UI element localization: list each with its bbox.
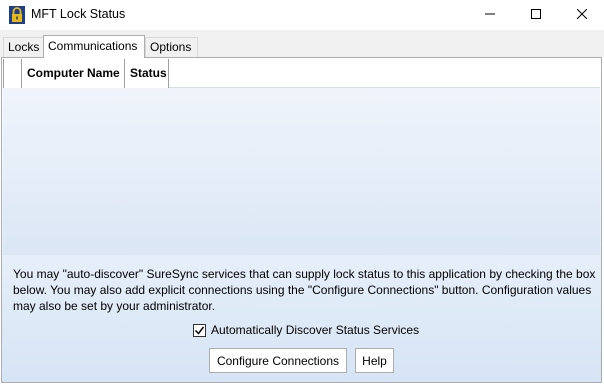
auto-discover-row[interactable]: Automatically Discover Status Services: [193, 322, 419, 338]
auto-discover-label[interactable]: Automatically Discover Status Services: [211, 323, 419, 337]
configure-connections-button[interactable]: Configure Connections: [209, 348, 347, 373]
minimize-icon: [485, 8, 495, 22]
auto-discover-checkbox[interactable]: [193, 323, 206, 337]
padlock-icon: [9, 6, 25, 24]
checkmark-icon: [194, 326, 205, 335]
help-button[interactable]: Help: [355, 348, 394, 373]
description-text: You may "auto-discover" SureSync service…: [13, 267, 596, 313]
tab-locks[interactable]: Locks: [3, 37, 44, 57]
connections-grid[interactable]: Computer Name Status: [3, 59, 600, 255]
minimize-button[interactable]: [467, 0, 513, 30]
title-bar: MFT Lock Status: [0, 0, 604, 30]
grid-header: Computer Name Status: [3, 59, 600, 88]
close-button[interactable]: [559, 0, 604, 30]
close-icon: [576, 8, 588, 22]
window-title: MFT Lock Status: [31, 7, 126, 21]
maximize-icon: [531, 8, 541, 22]
row-header-cell[interactable]: [3, 59, 22, 88]
tab-options[interactable]: Options: [145, 37, 198, 57]
maximize-button[interactable]: [513, 0, 559, 30]
tab-communications[interactable]: Communications: [43, 35, 145, 58]
column-header-computer-name[interactable]: Computer Name: [22, 59, 125, 88]
column-header-status[interactable]: Status: [125, 59, 169, 88]
